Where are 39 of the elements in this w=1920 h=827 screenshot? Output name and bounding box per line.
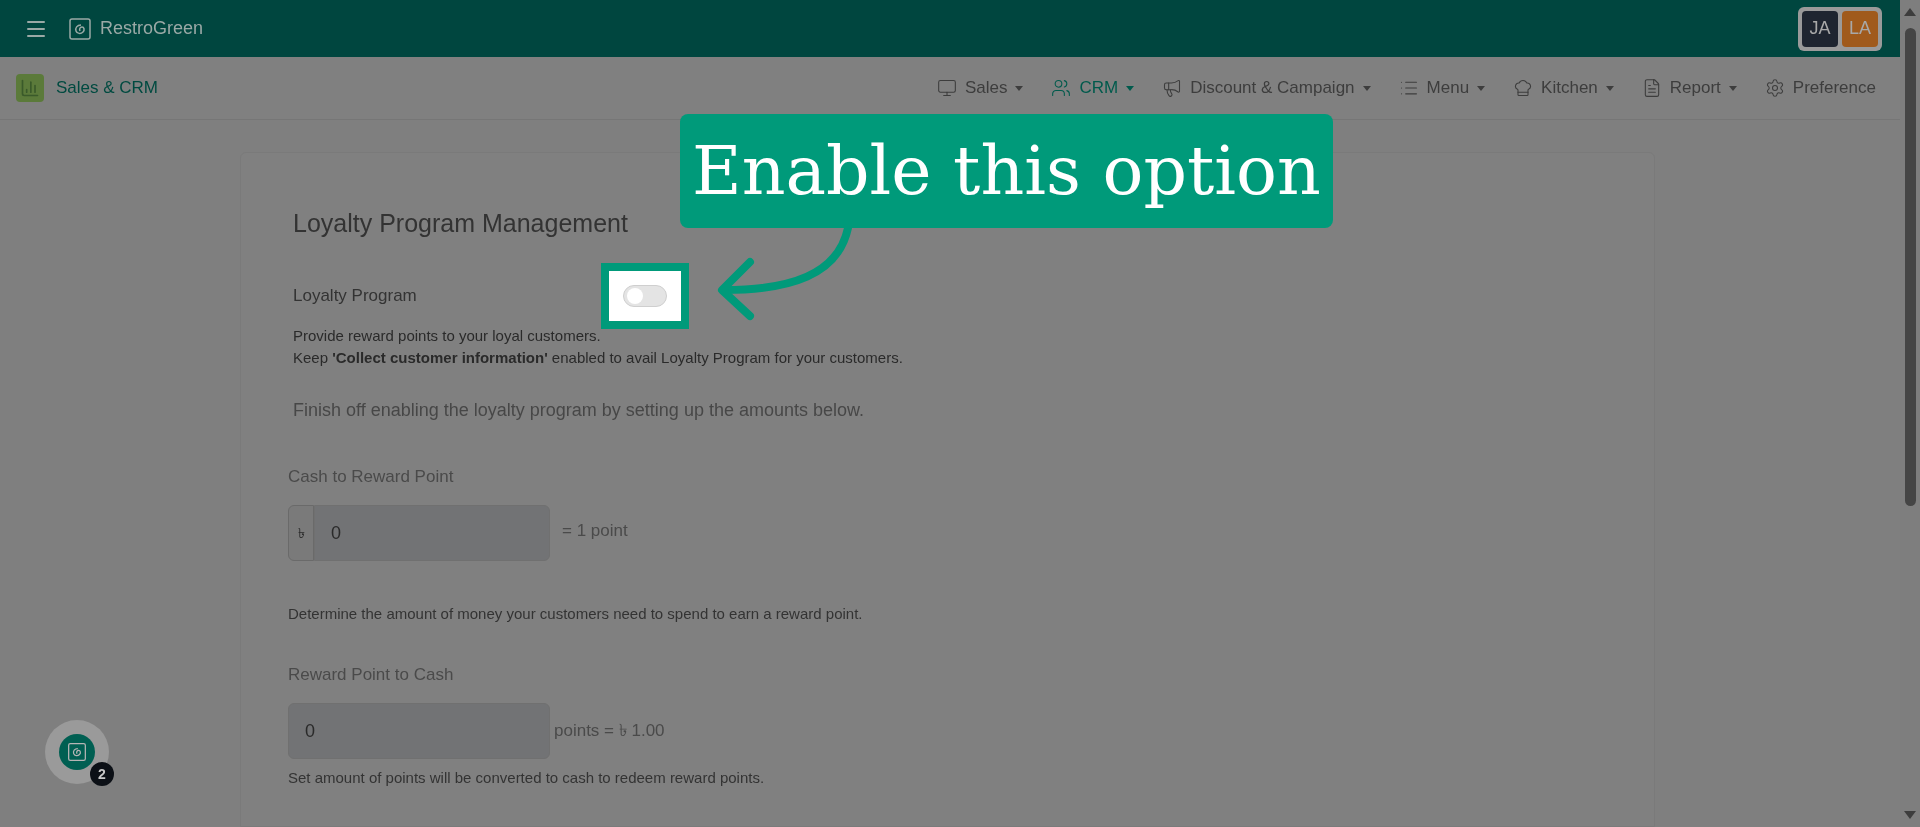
caret-icon: [1605, 85, 1614, 91]
caret-icon: [1477, 85, 1486, 91]
help-text: Set amount of points will be converted to cash to redeem reward points.: [288, 768, 766, 788]
megaphone-icon: [1162, 78, 1183, 98]
annotation-callout: Enable this option: [680, 114, 1333, 228]
caret-icon: [1015, 85, 1024, 91]
module-title: Sales & CRM: [56, 77, 159, 100]
nav-tab[interactable]: Preference: [1764, 75, 1876, 101]
description-text: Keep 'Collect customer information' enabled to avail Loyalty Program for your customers.: [293, 347, 904, 368]
description-text: Provide reward points to your loyal customers.: [293, 325, 602, 346]
chef-hat-icon: [1513, 78, 1534, 98]
help-text: Determine the amount of money your customers need to spend to earn a reward point.: [288, 604, 864, 624]
nav-tab[interactable]: Sales: [936, 75, 1024, 101]
loyalty-toggle[interactable]: [623, 284, 667, 307]
people-icon: [1051, 78, 1072, 98]
nav-tab[interactable]: Menu: [1398, 75, 1486, 101]
chart-icon: [16, 74, 44, 102]
currency-prefix: ৳: [288, 505, 314, 561]
app-name: RestroGreen: [100, 17, 204, 40]
caret-icon: [1362, 85, 1371, 91]
logo-icon: [68, 16, 92, 41]
card-title: Loyalty Program Management: [293, 208, 629, 239]
user-avatar[interactable]: JA: [1802, 10, 1838, 47]
user-switcher[interactable]: JA LA: [1798, 6, 1882, 51]
user-avatar[interactable]: LA: [1842, 10, 1878, 47]
amount-field[interactable]: 0: [314, 505, 550, 561]
caret-icon: [1126, 85, 1135, 91]
logo-icon: [67, 742, 87, 762]
caret-icon: [1728, 85, 1737, 91]
nav-tab[interactable]: CRM: [1051, 75, 1135, 101]
amount-field[interactable]: 0: [288, 703, 550, 759]
intro-text: Finish off enabling the loyalty program by setting up the amounts below.: [293, 398, 865, 422]
monitor-icon: [936, 78, 957, 98]
nav-tab[interactable]: Report: [1641, 75, 1737, 101]
gear-icon: [1764, 78, 1785, 98]
nav-tab[interactable]: Kitchen: [1513, 75, 1614, 101]
toggle-label: Loyalty Program: [293, 284, 418, 307]
notification-badge: 2: [90, 762, 114, 786]
nav-tab[interactable]: Discount & Campaign: [1162, 75, 1371, 101]
